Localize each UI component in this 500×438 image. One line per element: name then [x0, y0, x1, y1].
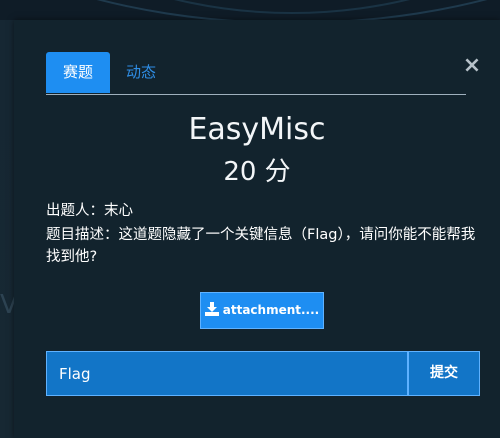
- flag-form: 提交: [46, 351, 480, 396]
- challenge-title: EasyMisc: [188, 112, 326, 147]
- tab-activity[interactable]: 动态: [126, 52, 156, 93]
- modal-tabs: 赛题 动态: [46, 52, 466, 95]
- flag-input[interactable]: [46, 351, 408, 396]
- download-icon: [204, 302, 219, 316]
- submit-button[interactable]: 提交: [408, 351, 480, 396]
- attachment-label: attachment....: [222, 303, 320, 317]
- challenge-author: 出题人：末心: [46, 203, 133, 219]
- challenge-score: 20 分: [223, 157, 291, 187]
- attachment-download-button[interactable]: attachment....: [200, 292, 324, 329]
- tab-challenge[interactable]: 赛题: [46, 52, 110, 93]
- challenge-description: 题目描述：这道题隐藏了一个关键信息（Flag），请问你能不能帮我找到他?: [46, 227, 476, 265]
